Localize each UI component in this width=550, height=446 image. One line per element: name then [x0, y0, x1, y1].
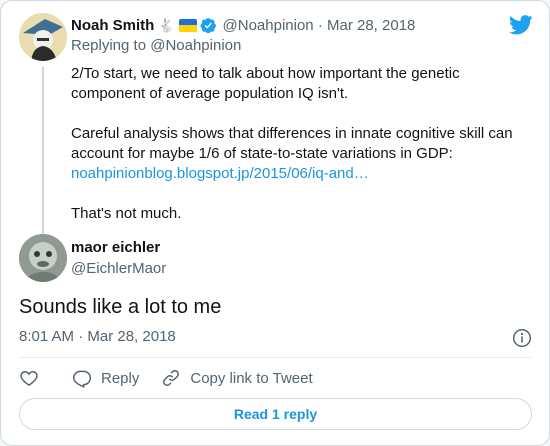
actions-divider — [19, 357, 531, 358]
reply-timestamp[interactable]: 8:01 AM · Mar 28, 2018 — [19, 328, 176, 345]
ukraine-flag-icon — [178, 18, 197, 32]
copy-link-button[interactable]: Copy link to Tweet — [161, 368, 313, 388]
replying-to-line: Replying to @Noahpinion — [71, 37, 241, 54]
parent-text-line: 2/To start, we need to talk about how im… — [71, 65, 460, 82]
parent-text-line: account for maybe 1/6 of state-to-state … — [71, 145, 453, 162]
copy-link-label: Copy link to Tweet — [190, 369, 313, 387]
parent-tweet-header: Noah Smith 🐇 @Noahpinion · Mar 28, 2018 — [71, 14, 511, 36]
reply-author-handle[interactable]: @EichlerMaor — [71, 260, 166, 277]
parent-tweet-date[interactable]: · Mar 28, 2018 — [318, 17, 416, 34]
parent-tweet-text: 2/To start, we need to talk about how im… — [71, 64, 521, 224]
parent-text-line: That's not much. — [71, 205, 182, 222]
tweet-actions: Reply Copy link to Tweet — [19, 366, 313, 390]
reply-author-block: maor eichler @EichlerMaor — [19, 234, 419, 284]
reply-tweet-text: Sounds like a lot to me — [19, 296, 222, 318]
link-icon — [163, 370, 180, 386]
read-replies-button[interactable]: Read 1 reply — [19, 398, 532, 430]
rabbit-emoji-icon: 🐇 — [158, 17, 175, 33]
twitter-bird-icon[interactable] — [509, 15, 533, 35]
reply-bubble-icon — [72, 370, 92, 388]
thread-connector-line — [42, 67, 44, 239]
tweet-card: Noah Smith 🐇 @Noahpinion · Mar 28, 2018 … — [0, 0, 550, 446]
info-icon[interactable] — [512, 328, 532, 348]
reply-button[interactable]: Reply — [72, 368, 139, 388]
replying-prefix: Replying to — [71, 37, 151, 54]
reply-label: Reply — [101, 369, 140, 387]
heart-icon — [20, 370, 38, 386]
parent-author-handle[interactable]: @Noahpinion — [223, 17, 314, 34]
noah-smith-avatar[interactable] — [19, 13, 67, 61]
maor-eichler-avatar[interactable] — [19, 234, 67, 282]
replying-to-handle-link[interactable]: @Noahpinion — [150, 37, 241, 54]
parent-text-line: component of average population IQ isn't… — [71, 85, 349, 102]
like-button[interactable] — [19, 368, 39, 388]
parent-author-name[interactable]: Noah Smith — [71, 17, 154, 34]
reply-author-name[interactable]: maor eichler — [71, 239, 160, 256]
verified-badge-icon — [200, 17, 216, 33]
parent-text-line: Careful analysis shows that differences … — [71, 125, 513, 142]
article-link[interactable]: noahpinionblog.blogspot.jp/2015/06/iq-an… — [71, 165, 369, 182]
